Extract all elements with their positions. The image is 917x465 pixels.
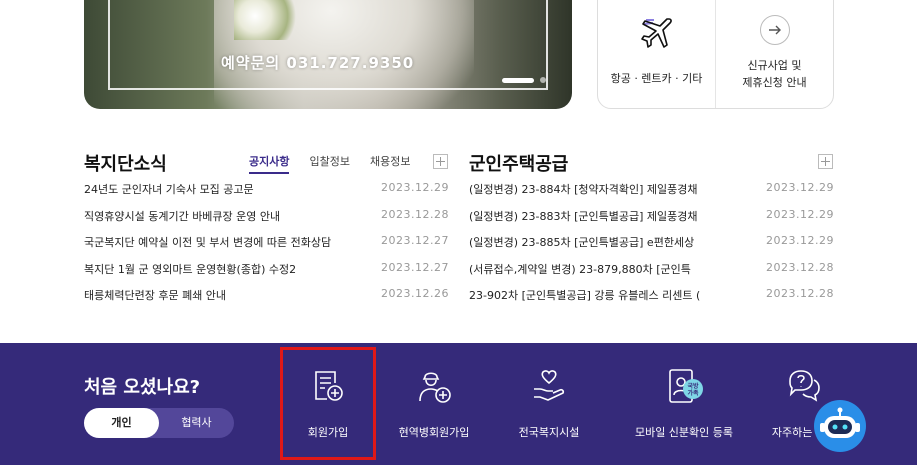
quick-link-travel-label: 항공 · 렌트카 · 기타 <box>610 72 703 85</box>
member-type-toggle[interactable]: 개인 협력사 <box>84 408 234 438</box>
list-item-title: 복지단 1월 군 영외마트 운영현황(종합) 수정2 <box>84 262 297 276</box>
list-item[interactable]: (일정변경) 23-884차 [청약자격확인] 제일풍경채 2023.12.29 <box>469 181 834 208</box>
list-item-title: 태릉체력단련장 후문 폐쇄 안내 <box>84 289 227 302</box>
list-item[interactable]: (일정변경) 23-885차 [군인특별공급] e편한세상 2023.12.29 <box>469 234 834 261</box>
service-mobile-id[interactable]: 국방 가족 모바일 신분확인 등록 <box>624 367 744 440</box>
service-welfare-facilities-label: 전국복지시설 <box>518 426 580 439</box>
list-item-title: (일정변경) 23-884차 [청약자격확인] 제일풍경채 <box>469 183 698 196</box>
list-item-title: (서류접수,계약일 변경) 23-879,880차 [군인특 <box>469 262 691 276</box>
document-plus-icon <box>280 367 376 407</box>
banner-pagination[interactable] <box>502 77 546 83</box>
hand-heart-icon <box>501 367 597 407</box>
list-item-date: 2023.12.28 <box>766 260 834 274</box>
list-item-date: 2023.12.29 <box>766 181 834 194</box>
quick-link-partnership-label: 신규사업 및 제휴신청 안내 <box>742 57 806 91</box>
hero-banner[interactable]: 예약문의 031.727.9350 <box>84 0 572 109</box>
list-item-title: (일정변경) 23-883차 [군인특별공급] 제일풍경채 <box>469 209 698 223</box>
service-mobile-id-label: 모바일 신분확인 등록 <box>634 426 734 439</box>
tab-bidding[interactable]: 입찰정보 <box>309 153 349 174</box>
plus-icon <box>821 157 830 166</box>
banner-phone-text: 예약문의 031.727.9350 <box>221 54 415 72</box>
first-visit-title: 처음 오셨나요? <box>84 377 201 398</box>
quick-links-box: 항공 · 렌트카 · 기타 신규사업 및 제휴신청 안내 <box>597 0 834 109</box>
housing-more-button[interactable] <box>818 154 833 169</box>
airplane-icon <box>639 15 675 55</box>
chatbot-icon <box>820 407 860 438</box>
tab-notice[interactable]: 공지사항 <box>249 153 290 174</box>
toggle-individual[interactable]: 개인 <box>84 408 159 438</box>
welfare-news-tabs: 공지사항 입찰정보 채용정보 <box>249 153 410 174</box>
quick-link-travel[interactable]: 항공 · 렌트카 · 기타 <box>598 0 715 108</box>
list-item[interactable]: 24년도 군인자녀 기숙사 모집 공고문 2023.12.29 <box>84 181 449 208</box>
welfare-news-list: 24년도 군인자녀 기숙사 모집 공고문 2023.12.29 직영휴양시설 동계… <box>84 181 449 314</box>
welfare-news-title: 복지단소식 <box>84 154 167 175</box>
list-item-date: 2023.12.28 <box>766 287 834 300</box>
list-item-date: 2023.12.26 <box>381 287 449 300</box>
list-item-title: (일정변경) 23-885차 [군인특별공급] e편한세상 <box>469 236 695 249</box>
list-item-date: 2023.12.28 <box>381 207 449 221</box>
service-active-soldier-join-label: 현역병회원가입 <box>398 426 470 439</box>
tab-recruitment[interactable]: 채용정보 <box>370 153 410 174</box>
quick-link-partnership[interactable]: 신규사업 및 제휴신청 안내 <box>715 0 833 108</box>
list-item[interactable]: 23-902차 [군인특별공급] 강릉 유블레스 리센트 ( 2023.12.28 <box>469 287 834 314</box>
chatbot-button[interactable] <box>814 400 866 452</box>
welfare-news-more-button[interactable] <box>433 154 448 169</box>
list-item[interactable]: 태릉체력단련장 후문 폐쇄 안내 2023.12.26 <box>84 287 449 314</box>
service-welfare-facilities[interactable]: 전국복지시설 <box>501 367 597 440</box>
list-item-date: 2023.12.29 <box>766 207 834 221</box>
banner-frame <box>108 0 548 90</box>
list-item[interactable]: 직영휴양시설 동계기간 바베큐장 운영 안내 2023.12.28 <box>84 208 449 235</box>
toggle-partner[interactable]: 협력사 <box>159 408 234 438</box>
list-item-date: 2023.12.27 <box>381 234 449 247</box>
housing-title: 군인주택공급 <box>469 154 569 175</box>
list-item[interactable]: 복지단 1월 군 영외마트 운영현황(종합) 수정2 2023.12.27 <box>84 261 449 288</box>
list-item-date: 2023.12.29 <box>381 181 449 194</box>
list-item-date: 2023.12.27 <box>381 260 449 274</box>
svg-text:가족: 가족 <box>687 389 699 397</box>
housing-list: (일정변경) 23-884차 [청약자격확인] 제일풍경채 2023.12.29 … <box>469 181 834 314</box>
plus-icon <box>436 157 445 166</box>
quick-link-partnership-line2: 제휴신청 안내 <box>742 76 807 89</box>
list-item-title: 직영휴양시설 동계기간 바베큐장 운영 안내 <box>84 209 281 223</box>
list-item-title: 23-902차 [군인특별공급] 강릉 유블레스 리센트 ( <box>469 289 701 302</box>
mobile-id-icon: 국방 가족 <box>624 367 744 407</box>
list-item-title: 24년도 군인자녀 기숙사 모집 공고문 <box>84 183 254 196</box>
soldier-plus-icon <box>386 367 482 407</box>
service-active-soldier-join[interactable]: 현역병회원가입 <box>386 367 482 440</box>
arrow-right-icon <box>759 15 790 45</box>
list-item[interactable]: 국군복지단 예약실 이전 및 부서 변경에 따른 전화상담 2023.12.27 <box>84 234 449 261</box>
pagination-dot-active[interactable] <box>502 77 534 83</box>
quick-link-partnership-line1: 신규사업 및 <box>747 59 802 72</box>
list-item-date: 2023.12.29 <box>766 234 834 247</box>
svg-text:국방: 국방 <box>687 382 699 390</box>
service-join-label: 회원가입 <box>307 426 349 439</box>
list-item[interactable]: (일정변경) 23-883차 [군인특별공급] 제일풍경채 2023.12.29 <box>469 208 834 235</box>
list-item-title: 국군복지단 예약실 이전 및 부서 변경에 따른 전화상담 <box>84 236 332 249</box>
pagination-dot[interactable] <box>540 77 546 83</box>
service-join[interactable]: 회원가입 <box>280 367 376 440</box>
list-item[interactable]: (서류접수,계약일 변경) 23-879,880차 [군인특 2023.12.28 <box>469 261 834 288</box>
